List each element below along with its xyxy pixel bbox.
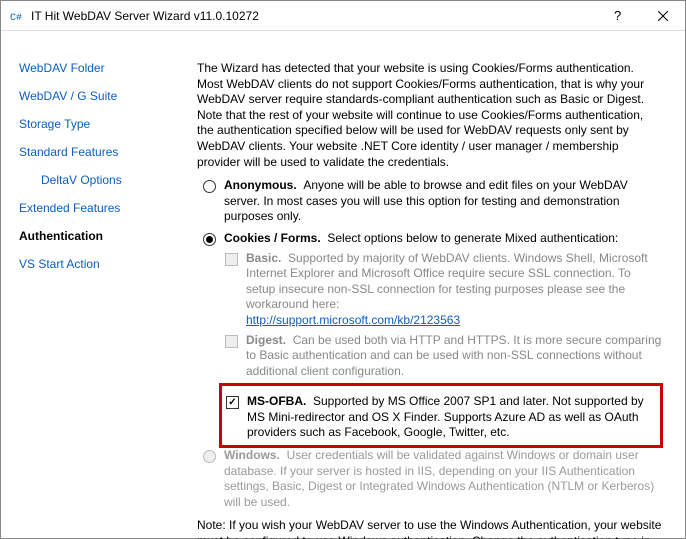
- app-icon: C#: [9, 8, 25, 24]
- radio-cookies-text: Cookies / Forms. Select options below to…: [224, 231, 618, 247]
- label: Windows.: [224, 448, 280, 462]
- body: WebDAV Folder WebDAV / G Suite Storage T…: [1, 31, 685, 539]
- checkbox-msofba-text: MS-OFBA. Supported by MS Office 2007 SP1…: [247, 394, 656, 441]
- radio-anonymous[interactable]: Anonymous. Anyone will be able to browse…: [197, 178, 663, 225]
- content-panel: The Wizard has detected that your websit…: [191, 31, 685, 539]
- checkbox-digest[interactable]: Digest. Can be used both via HTTP and HT…: [225, 333, 663, 380]
- radio-anonymous-text: Anonymous. Anyone will be able to browse…: [224, 178, 663, 225]
- msofba-highlight: MS-OFBA. Supported by MS Office 2007 SP1…: [219, 383, 663, 448]
- desc: User credentials will be validated again…: [224, 448, 654, 509]
- intro-text: The Wizard has detected that your websit…: [197, 61, 663, 170]
- svg-text:C#: C#: [10, 13, 22, 23]
- basic-kb-link[interactable]: http://support.microsoft.com/kb/2123563: [246, 313, 460, 327]
- label: Basic.: [246, 251, 281, 265]
- window-title: IT Hit WebDAV Server Wizard v11.0.10272: [31, 9, 597, 23]
- radio-icon[interactable]: [203, 180, 216, 193]
- desc: Supported by MS Office 2007 SP1 and late…: [247, 394, 644, 439]
- label: Anonymous.: [224, 178, 297, 192]
- wizard-window: C# IT Hit WebDAV Server Wizard v11.0.102…: [0, 0, 686, 539]
- checkbox-icon[interactable]: [225, 335, 238, 348]
- sidebar-item-webdav-folder[interactable]: WebDAV Folder: [19, 61, 191, 75]
- sidebar-item-authentication[interactable]: Authentication: [19, 229, 191, 243]
- desc: Select options below to generate Mixed a…: [327, 231, 618, 245]
- checkbox-digest-text: Digest. Can be used both via HTTP and HT…: [246, 333, 663, 380]
- sidebar-item-deltav-options[interactable]: DeltaV Options: [41, 173, 191, 187]
- desc: Can be used both via HTTP and HTTPS. It …: [246, 333, 661, 378]
- radio-icon[interactable]: [203, 233, 216, 246]
- checkbox-basic[interactable]: Basic. Supported by majority of WebDAV c…: [225, 251, 663, 329]
- checkbox-basic-text: Basic. Supported by majority of WebDAV c…: [246, 251, 663, 329]
- label: Digest.: [246, 333, 286, 347]
- radio-windows-text: Windows. User credentials will be valida…: [224, 448, 663, 510]
- sidebar-item-vs-start-action[interactable]: VS Start Action: [19, 257, 191, 271]
- checkbox-msofba[interactable]: MS-OFBA. Supported by MS Office 2007 SP1…: [226, 394, 656, 441]
- sidebar-item-standard-features[interactable]: Standard Features: [19, 145, 191, 159]
- checkbox-icon[interactable]: [226, 396, 239, 409]
- sidebar-item-webdav-gsuite[interactable]: WebDAV / G Suite: [19, 89, 191, 103]
- desc: Supported by majority of WebDAV clients.…: [246, 251, 648, 312]
- svg-text:?: ?: [614, 9, 621, 23]
- cookies-sub-options: Basic. Supported by majority of WebDAV c…: [225, 251, 663, 380]
- note-text: Note: If you wish your WebDAV server to …: [197, 518, 663, 539]
- label: Cookies / Forms.: [224, 231, 321, 245]
- radio-cookies-forms[interactable]: Cookies / Forms. Select options below to…: [197, 231, 663, 247]
- label: MS-OFBA.: [247, 394, 306, 408]
- radio-icon: [203, 450, 216, 463]
- close-button[interactable]: [641, 1, 685, 30]
- sidebar: WebDAV Folder WebDAV / G Suite Storage T…: [1, 31, 191, 539]
- sidebar-item-extended-features[interactable]: Extended Features: [19, 201, 191, 215]
- radio-windows: Windows. User credentials will be valida…: [197, 448, 663, 510]
- help-button[interactable]: ?: [597, 1, 641, 30]
- titlebar: C# IT Hit WebDAV Server Wizard v11.0.102…: [1, 1, 685, 31]
- checkbox-icon[interactable]: [225, 253, 238, 266]
- sidebar-item-storage-type[interactable]: Storage Type: [19, 117, 191, 131]
